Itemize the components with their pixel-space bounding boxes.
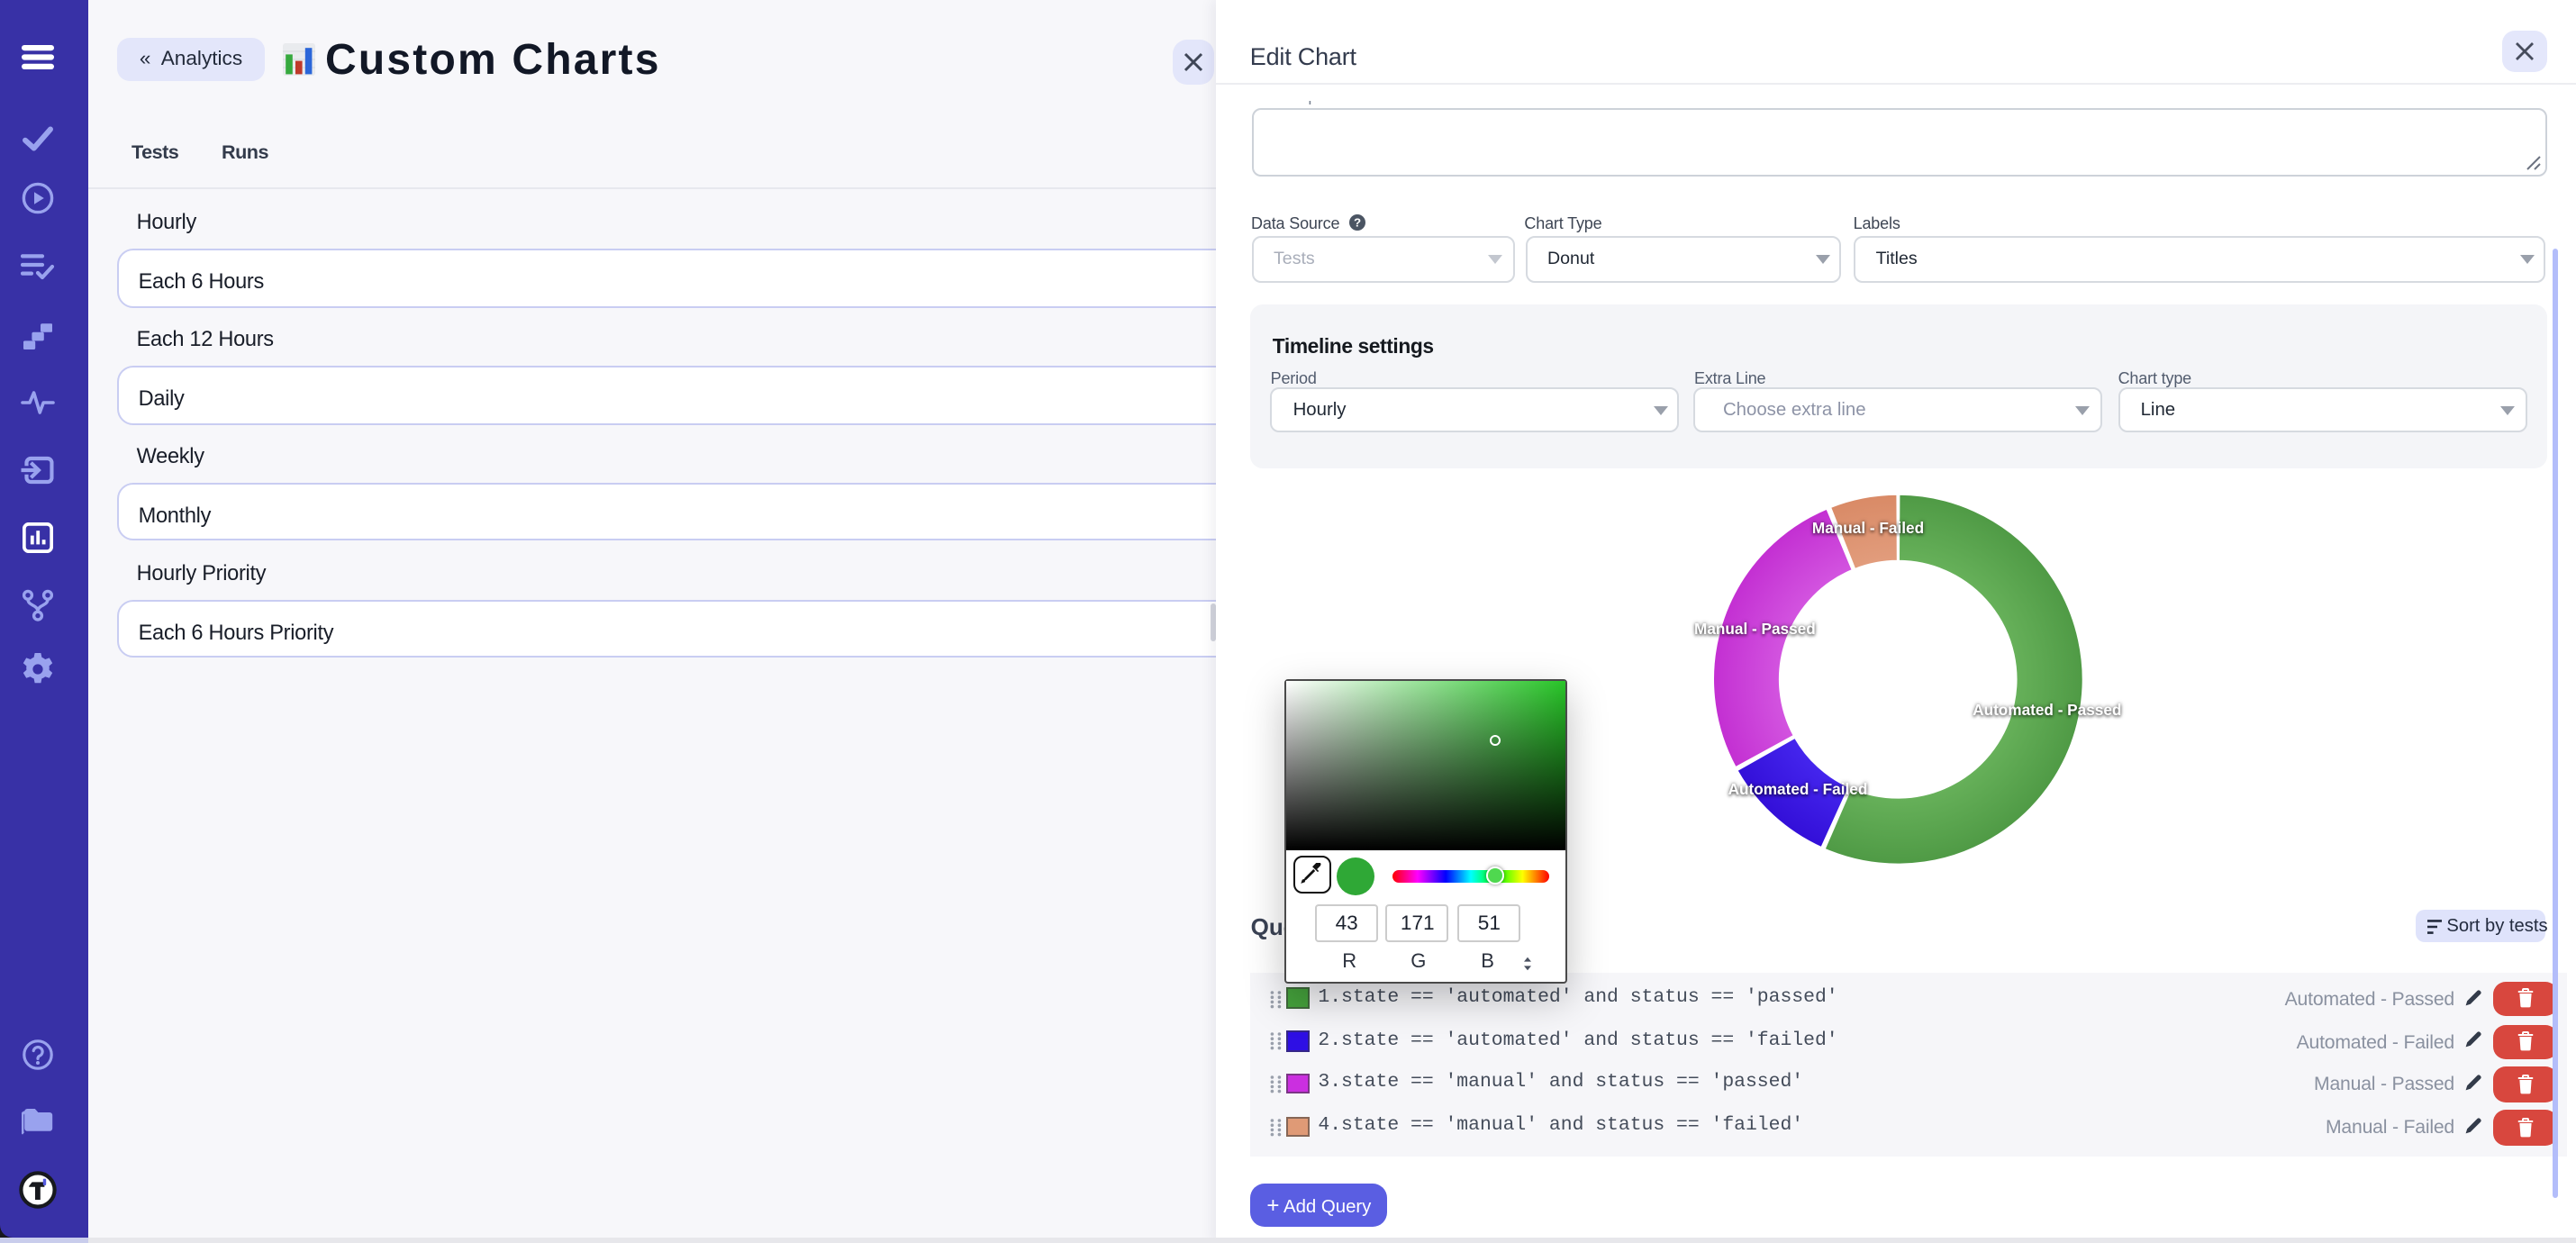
svg-text:?: ? bbox=[1354, 216, 1361, 230]
